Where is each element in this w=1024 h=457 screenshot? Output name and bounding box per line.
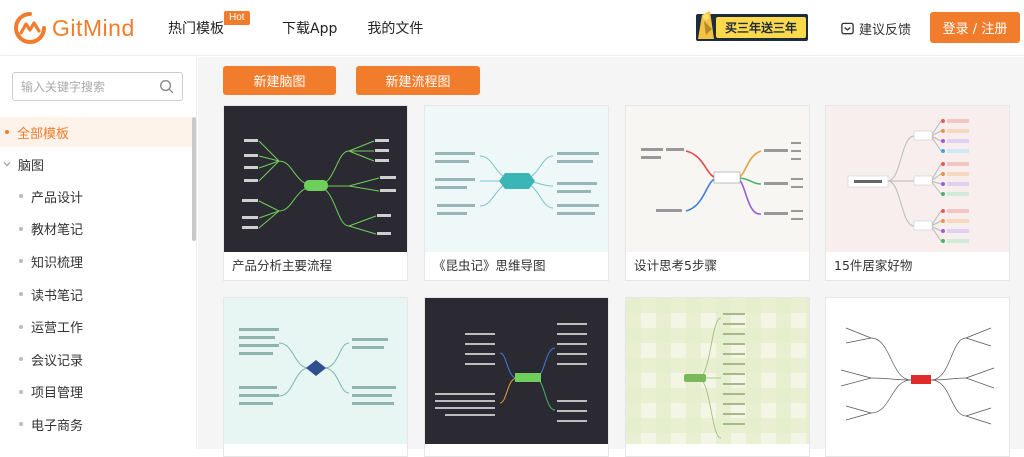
bullet-icon — [19, 292, 23, 297]
sidebar-scrollbar[interactable] — [192, 117, 196, 241]
bullet-icon — [19, 324, 23, 329]
template-card[interactable]: 设计思考5步骤 — [625, 105, 810, 281]
search-input[interactable] — [13, 73, 153, 100]
subcategory-label: 运营工作 — [31, 321, 84, 337]
new-mindmap-button[interactable]: 新建脑图 — [223, 66, 336, 95]
logo-text: GitMind — [52, 14, 135, 41]
subcategory-label: 教材笔记 — [31, 223, 84, 239]
template-card[interactable] — [825, 297, 1010, 457]
subcategory-item[interactable]: 读书笔记 — [0, 278, 83, 311]
template-thumbnail — [826, 298, 1009, 444]
template-card[interactable] — [424, 297, 609, 457]
template-thumbnail — [224, 298, 407, 444]
subcategory-item[interactable]: 会议记录 — [0, 343, 83, 376]
template-thumbnail — [826, 106, 1009, 252]
subcategory-item[interactable]: 电子商务 — [0, 408, 83, 441]
template-thumbnail — [626, 298, 809, 444]
top-header: GitMind 热门模板 Hot 下载App 我的文件 买三年送三年 建议反馈 — [0, 0, 1024, 56]
nav-download-app[interactable]: 下载App — [282, 18, 337, 38]
bullet-icon — [19, 389, 23, 394]
subcategory-label: 电子商务 — [31, 418, 84, 434]
gitmind-logo[interactable]: GitMind — [12, 10, 135, 46]
hot-badge: Hot — [224, 11, 250, 25]
promo-text: 买三年送三年 — [725, 20, 797, 35]
promo-banner-graphic: 买三年送三年 — [696, 11, 808, 41]
subcategory-item[interactable]: 教材笔记 — [0, 213, 83, 246]
nav-my-files[interactable]: 我的文件 — [367, 18, 423, 38]
template-title: 《昆虫记》思维导图 — [433, 258, 546, 273]
template-card[interactable]: 15件居家好物 — [825, 105, 1010, 281]
category-all-label: 全部模板 — [17, 126, 70, 142]
bullet-icon — [19, 226, 23, 231]
new-flowchart-button[interactable]: 新建流程图 — [356, 66, 480, 95]
template-title: 产品分析主要流程 — [232, 258, 333, 273]
bullet-icon — [19, 357, 23, 362]
template-card[interactable] — [223, 297, 408, 457]
search-box — [12, 72, 183, 101]
search-icon[interactable] — [159, 79, 174, 94]
template-card[interactable]: 《昆虫记》思维导图 — [424, 105, 609, 281]
promo-banner[interactable]: 买三年送三年 — [694, 9, 810, 45]
subcategory-label: 知识梳理 — [31, 255, 84, 271]
template-title: 15件居家好物 — [834, 258, 913, 273]
category-mindmap[interactable]: 脑图 — [0, 150, 44, 178]
subcategory-list: 产品设计 教材笔记 知识梳理 读书笔记 运营工作 会议记录 项目管理 电子商务 — [0, 180, 83, 441]
template-gallery: 新建脑图 新建流程图 产品分析主要流程 《昆虫记》思维导图 设计思考5步骤 15… — [198, 57, 1024, 457]
feedback-icon — [841, 22, 854, 35]
subcategory-item[interactable]: 项目管理 — [0, 376, 83, 409]
template-thumbnail — [224, 106, 407, 252]
template-card[interactable] — [625, 297, 810, 457]
template-thumbnail — [425, 298, 608, 444]
nav-hot-templates-label: 热门模板 — [168, 21, 224, 37]
template-card[interactable]: 产品分析主要流程 — [223, 105, 408, 281]
subcategory-label: 产品设计 — [31, 190, 84, 206]
nav-hot-templates[interactable]: 热门模板 Hot — [168, 11, 250, 38]
category-sidebar: 全部模板 脑图 产品设计 教材笔记 知识梳理 读书笔记 运营工作 会议记录 项目… — [0, 57, 197, 449]
subcategory-label: 项目管理 — [31, 386, 84, 402]
subcategory-label: 读书笔记 — [31, 288, 84, 304]
main-nav: 热门模板 Hot 下载App 我的文件 — [168, 11, 453, 38]
bullet-icon — [19, 422, 23, 427]
login-register-button[interactable]: 登录 / 注册 — [930, 12, 1020, 43]
nav-download-app-label: 下载App — [282, 21, 338, 37]
template-thumbnail — [626, 106, 809, 252]
bullet-icon — [19, 194, 23, 199]
chevron-down-icon — [3, 162, 11, 167]
template-thumbnail — [425, 106, 608, 252]
gitmind-logo-icon — [14, 12, 46, 44]
feedback-link[interactable]: 建议反馈 — [840, 19, 911, 38]
subcategory-item[interactable]: 知识梳理 — [0, 245, 83, 278]
subcategory-item[interactable]: 产品设计 — [0, 180, 83, 213]
template-title: 设计思考5步骤 — [634, 258, 717, 273]
active-dot-icon — [5, 130, 9, 134]
subcategory-item[interactable]: 运营工作 — [0, 310, 83, 343]
subcategory-label: 会议记录 — [31, 353, 84, 369]
category-mindmap-label: 脑图 — [18, 158, 45, 174]
nav-my-files-label: 我的文件 — [367, 21, 424, 37]
bullet-icon — [19, 259, 23, 264]
category-all-templates[interactable]: 全部模板 — [0, 117, 192, 147]
feedback-label: 建议反馈 — [859, 23, 912, 38]
